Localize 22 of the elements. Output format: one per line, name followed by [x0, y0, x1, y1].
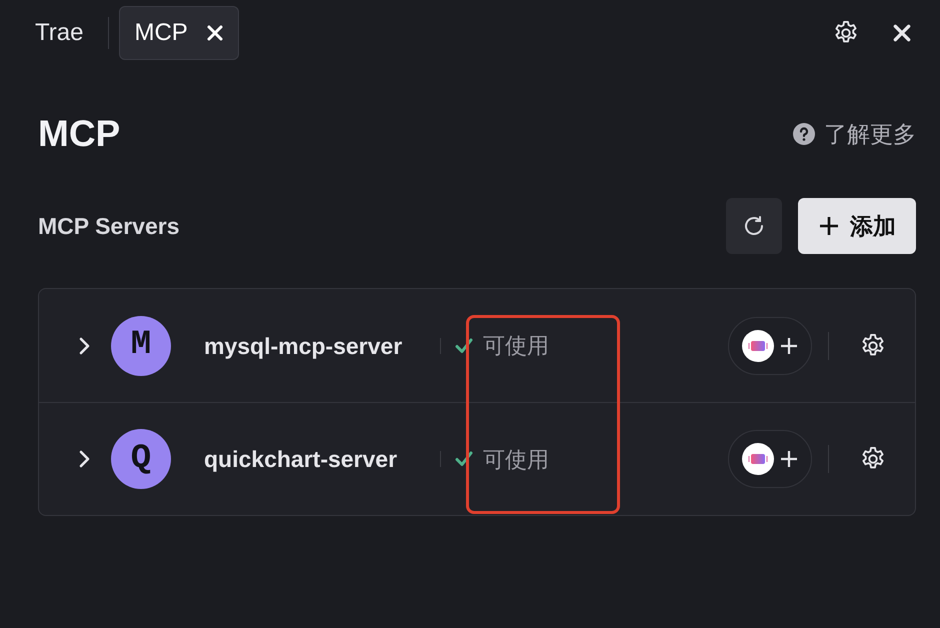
plus-icon	[818, 215, 840, 238]
server-status: 可使用	[483, 332, 549, 360]
server-name: quickchart-server	[204, 445, 398, 474]
server-avatar: Q	[111, 429, 171, 490]
server-name: mysql-mcp-server	[204, 332, 404, 361]
page-title: MCP	[38, 112, 120, 156]
help-icon	[792, 122, 816, 146]
add-button[interactable]: 添加	[798, 198, 916, 254]
tab[interactable]: MCP	[119, 6, 239, 60]
section-title: MCP Servers	[38, 212, 180, 242]
close-icon[interactable]	[206, 24, 224, 42]
plus-icon	[780, 450, 798, 468]
learn-more-link[interactable]: 了解更多	[792, 116, 916, 152]
plus-icon	[780, 336, 798, 355]
tab-label: MCP	[134, 18, 188, 48]
server-avatar: M	[111, 316, 171, 376]
chevron-icon[interactable]	[77, 449, 91, 470]
chevron-icon[interactable]	[77, 336, 91, 356]
tab-label: Trae	[35, 18, 84, 48]
server-status: 可使用	[483, 446, 549, 474]
tab[interactable]: Trae	[20, 6, 98, 60]
refresh-button[interactable]	[726, 198, 782, 254]
